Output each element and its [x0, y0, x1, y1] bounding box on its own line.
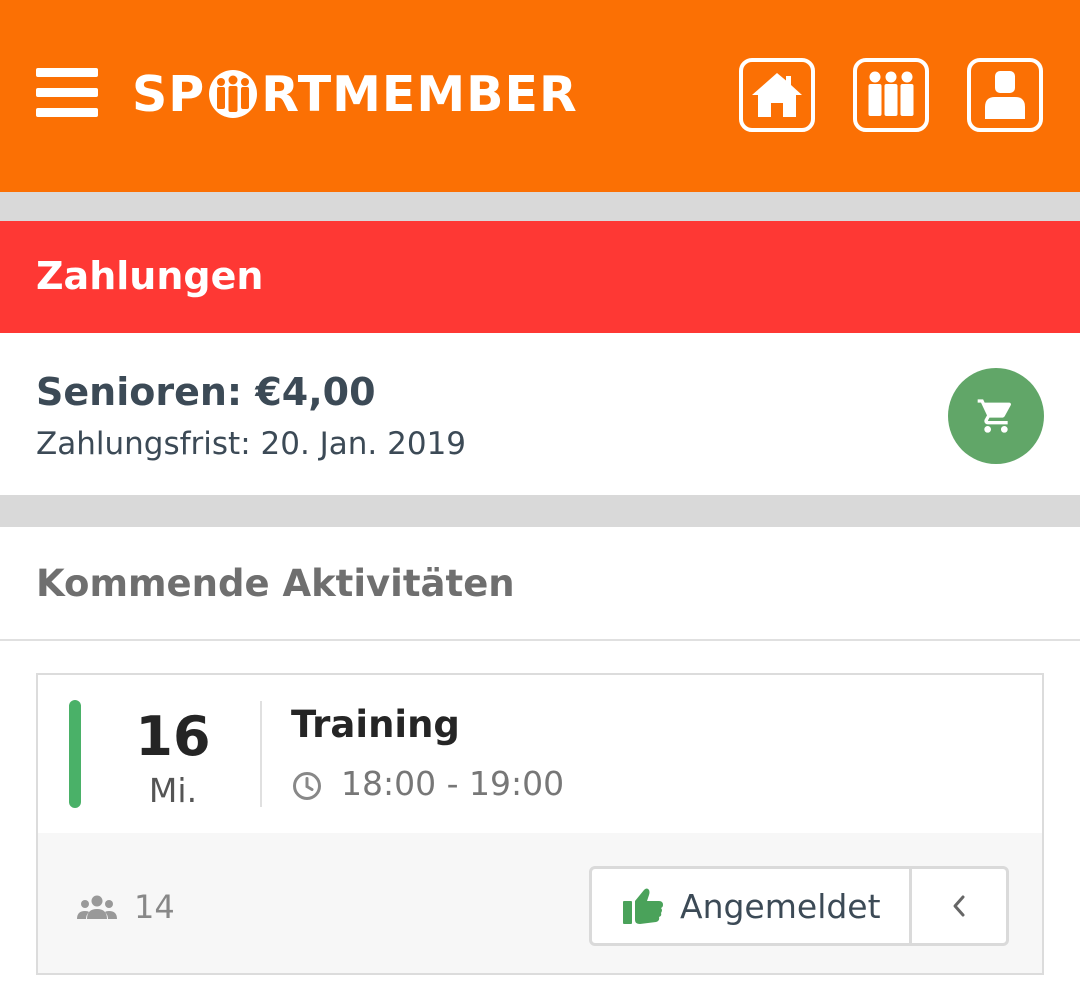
attendance-status-button[interactable]: Angemeldet: [592, 869, 909, 943]
expand-options-button[interactable]: [912, 869, 1006, 943]
activity-weekday: Mi.: [148, 771, 198, 810]
payment-item-name: Senioren: €4,00: [36, 370, 376, 414]
status-indicator: [69, 700, 81, 808]
divider: [0, 639, 1080, 641]
attendance-button-group: Angemeldet: [589, 866, 1009, 946]
home-icon: [752, 73, 802, 117]
clock-icon: [293, 772, 321, 800]
divider: [260, 701, 262, 807]
section-gap: [0, 192, 1080, 221]
activity-card[interactable]: 16 Mi. Training 18:00 - 19:00 14 Angemel…: [36, 673, 1044, 975]
chevron-left-icon: [953, 895, 965, 917]
cart-icon: [977, 399, 1012, 433]
upcoming-title: Kommende Aktivitäten: [36, 562, 515, 605]
top-app-bar: SP RTMEMBER: [0, 0, 1080, 192]
payment-item[interactable]: [0, 333, 1080, 495]
menu-icon[interactable]: [36, 68, 98, 118]
profile-button[interactable]: [967, 58, 1043, 132]
payment-deadline: Zahlungsfrist: 20. Jan. 2019: [36, 426, 467, 462]
home-button[interactable]: [739, 58, 815, 132]
pay-cart-button[interactable]: [948, 368, 1044, 464]
logo-people-icon: [207, 68, 259, 120]
activity-time: 18:00 - 19:00: [341, 764, 565, 803]
logo-text-left: SP: [132, 65, 206, 123]
people-icon: [77, 895, 117, 919]
thumbs-up-icon: [623, 888, 663, 924]
activity-day: 16: [135, 705, 211, 768]
logo-text-right: RTMEMBER: [261, 65, 578, 123]
activity-title: Training: [291, 703, 460, 746]
payments-title: Zahlungen: [36, 254, 264, 298]
attendance-status-label: Angemeldet: [680, 887, 881, 926]
user-icon: [985, 71, 1025, 119]
app-logo: SP RTMEMBER: [132, 64, 578, 124]
section-gap: [0, 495, 1080, 527]
team-button[interactable]: [853, 58, 929, 132]
team-icon: [868, 71, 914, 116]
participant-count: 14: [134, 888, 175, 926]
